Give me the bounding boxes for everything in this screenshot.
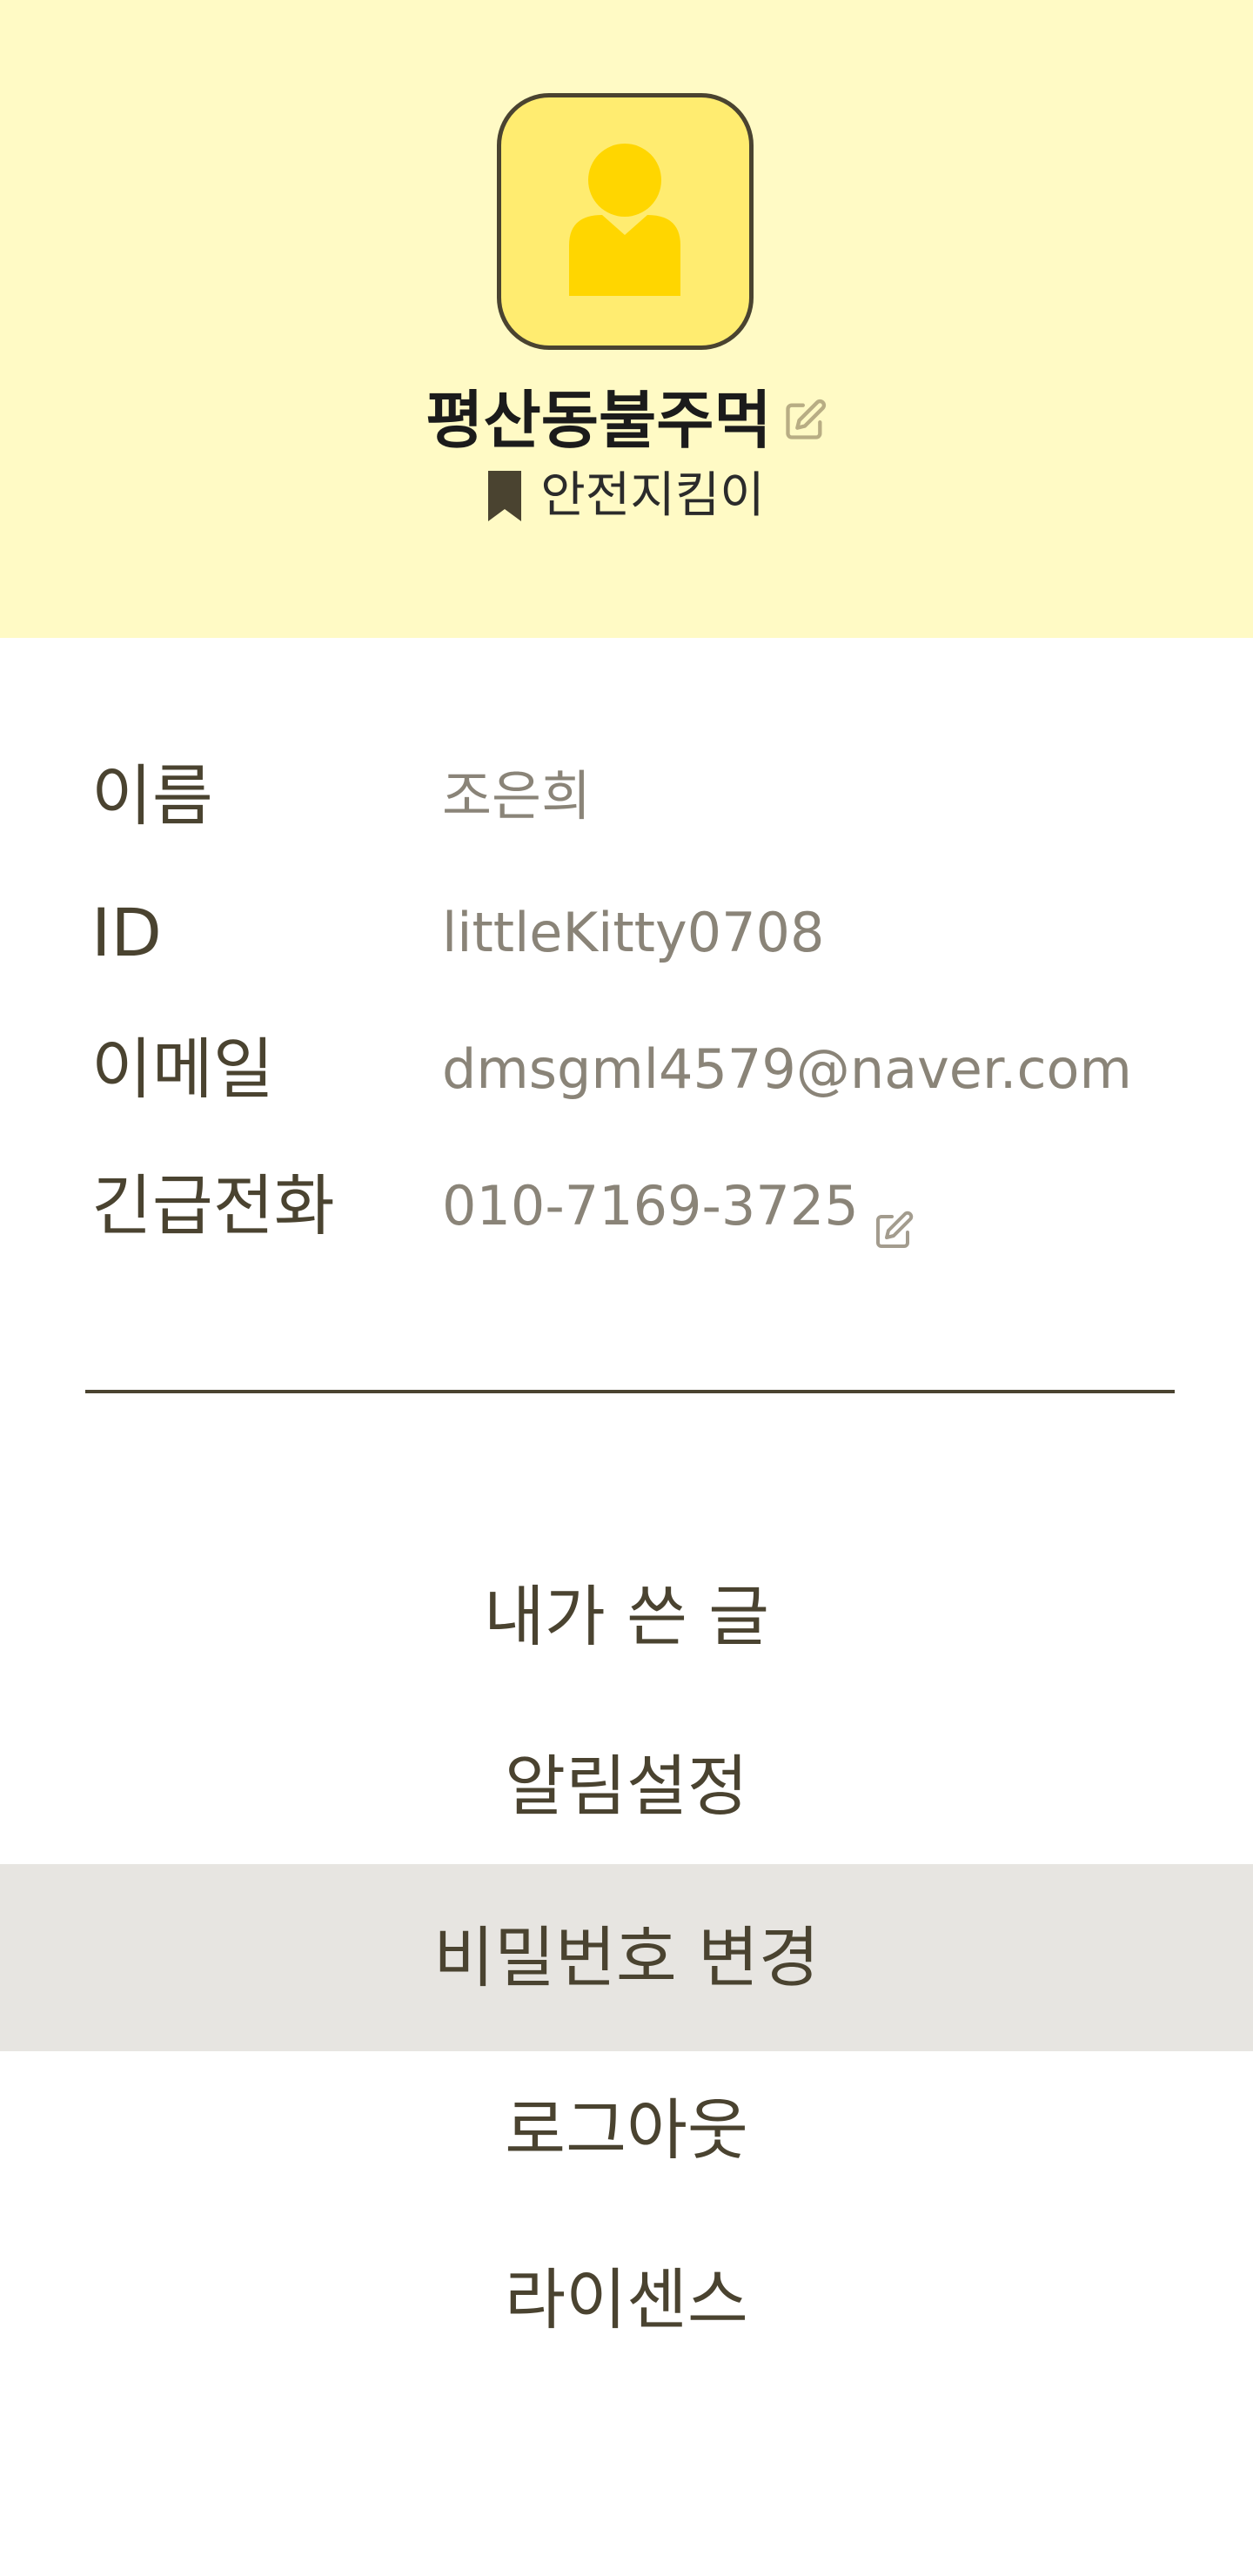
- phone-value-wrap: 010-7169-3725: [442, 1158, 915, 1254]
- info-row-email: 이메일 dmsgml4579@naver.com: [0, 1022, 1253, 1117]
- info-row-name: 이름 조은희: [0, 748, 1253, 844]
- info-row-id: ID littleKitty0708: [0, 885, 1253, 981]
- nickname-row: 평산동불주먹: [0, 379, 1253, 461]
- edit-phone-icon[interactable]: [873, 1185, 915, 1248]
- name-value: 조은희: [442, 764, 592, 828]
- profile-header: 평산동불주먹 안전지킴이: [0, 0, 1253, 638]
- menu-item-license[interactable]: 라이센스: [0, 2206, 1253, 2393]
- info-row-phone: 긴급전화 010-7169-3725: [0, 1158, 1253, 1254]
- email-value: dmsgml4579@naver.com: [442, 1037, 1132, 1101]
- email-label: 이메일: [91, 1030, 274, 1108]
- section-divider: [85, 1390, 1175, 1393]
- menu-item-change-password[interactable]: 비밀번호 변경: [0, 1864, 1253, 2051]
- user-badge: 안전지킴이: [540, 467, 765, 524]
- menu-item-my-posts[interactable]: 내가 쓴 글: [0, 1523, 1253, 1710]
- edit-nickname-icon[interactable]: [782, 398, 828, 443]
- user-avatar-icon: [569, 144, 680, 296]
- menu-item-logout[interactable]: 로그아웃: [0, 2036, 1253, 2224]
- nickname: 평산동불주먹: [425, 383, 772, 457]
- name-label: 이름: [91, 757, 213, 835]
- phone-label: 긴급전화: [91, 1167, 335, 1244]
- avatar[interactable]: [497, 93, 754, 350]
- badge-row: 안전지킴이: [0, 461, 1253, 531]
- phone-value: 010-7169-3725: [442, 1174, 859, 1238]
- id-value: littleKitty0708: [442, 901, 825, 964]
- menu-item-notification-settings[interactable]: 알림설정: [0, 1693, 1253, 1880]
- bookmark-icon: [488, 471, 522, 521]
- id-label: ID: [91, 894, 162, 971]
